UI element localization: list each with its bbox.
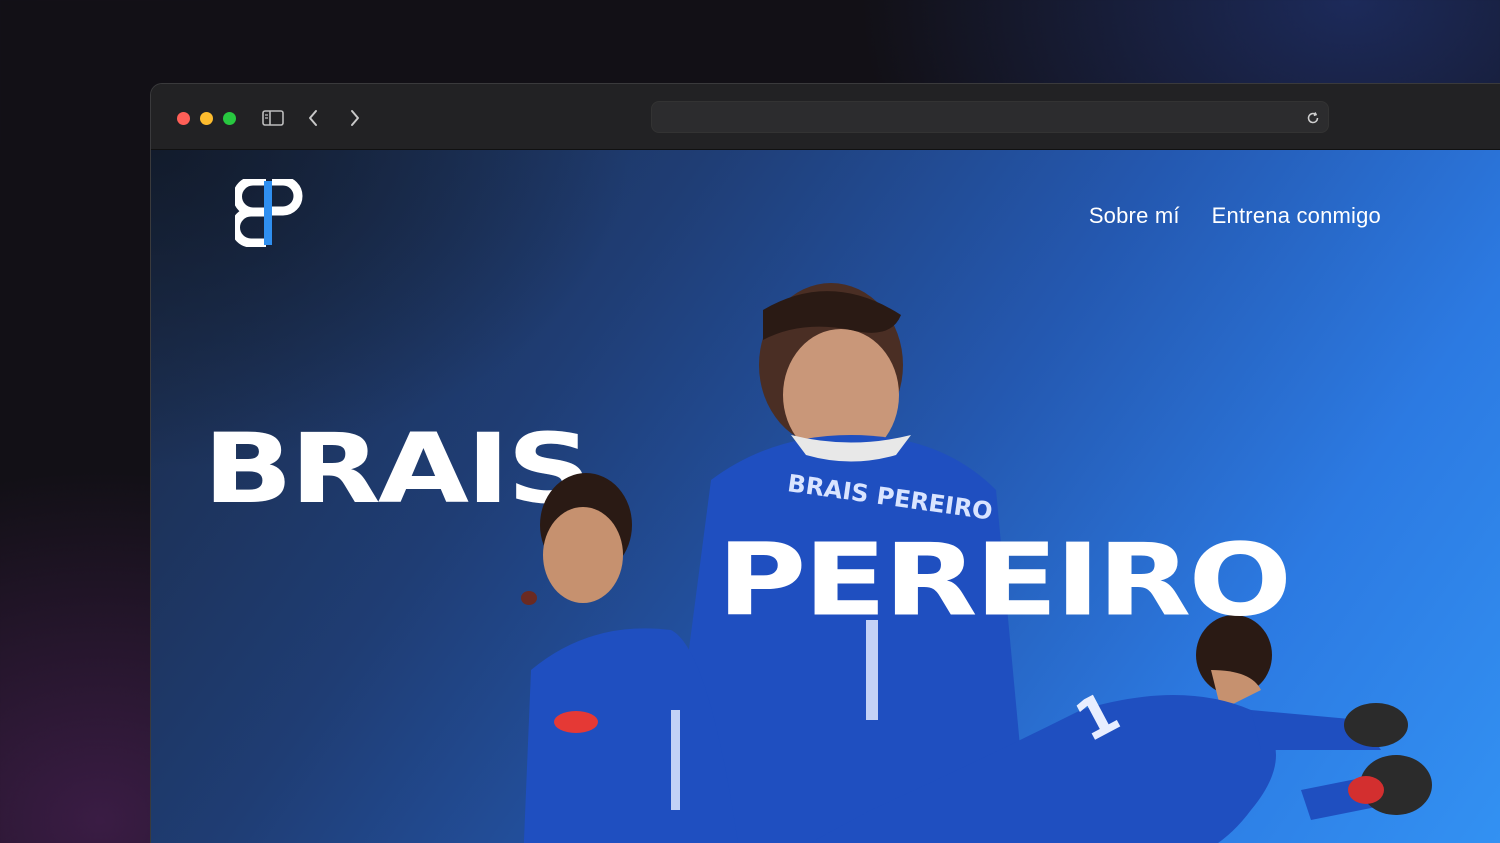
nav-link-entrena-conmigo[interactable]: Entrena conmigo <box>1212 203 1381 229</box>
address-bar[interactable] <box>651 101 1329 133</box>
nav-link-sobre-mi[interactable]: Sobre mí <box>1089 203 1180 229</box>
close-window-button[interactable] <box>177 112 190 125</box>
minimize-window-button[interactable] <box>200 112 213 125</box>
browser-window: Sobre mí Entrena conmigo BRAIS BRAIS PER… <box>150 83 1500 843</box>
sidebar-toggle-icon[interactable] <box>261 106 285 130</box>
hero-section: Sobre mí Entrena conmigo BRAIS BRAIS PER… <box>151 150 1500 843</box>
forward-arrow-icon[interactable] <box>345 106 365 130</box>
hero-last-name: PEREIRO <box>717 521 1292 639</box>
reload-icon[interactable] <box>1306 110 1320 124</box>
browser-titlebar <box>151 84 1500 150</box>
bp-monogram-logo[interactable] <box>231 176 303 248</box>
back-arrow-icon[interactable] <box>303 106 323 130</box>
player-photo-collage: BRAIS PEREIRO 1 <box>151 150 1500 843</box>
zoom-window-button[interactable] <box>223 112 236 125</box>
main-nav: Sobre mí Entrena conmigo <box>1089 203 1381 229</box>
